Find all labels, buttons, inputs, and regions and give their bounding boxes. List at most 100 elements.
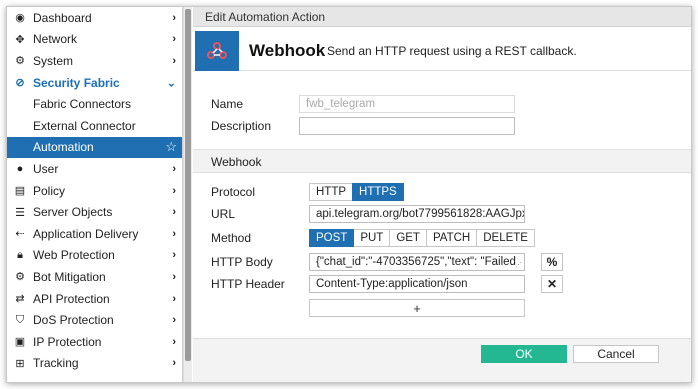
name-field[interactable]: fwb_telegram: [299, 95, 515, 113]
method-option-post[interactable]: POST: [309, 229, 355, 247]
section-label: Webhook: [211, 155, 262, 169]
sidebar-item-dos-protection[interactable]: ⛉ DoS Protection ›: [7, 309, 182, 331]
url-field[interactable]: api.telegram.org/bot7799561828:AAGJpxc: [309, 205, 525, 223]
sidebar-item-fabric-connectors[interactable]: Fabric Connectors: [7, 93, 182, 115]
sidebar-item-label: Network: [33, 32, 78, 47]
scrollbar-thumb[interactable]: [185, 9, 191, 361]
http-body-row: HTTP Body {"chat_id":"-4703356725","text…: [193, 253, 691, 273]
sidebar-scrollbar[interactable]: [183, 7, 192, 382]
sidebar-item-label: IP Protection: [33, 334, 102, 349]
sidebar-item-label: Automation: [33, 140, 94, 155]
protocol-toggle: HTTP HTTPS: [309, 183, 404, 201]
method-option-get[interactable]: GET: [389, 229, 427, 247]
edit-panel: Edit Automation Action Webhook Send an H…: [193, 7, 691, 382]
close-icon: ✕: [546, 277, 558, 291]
shield-icon: ⛉: [15, 313, 25, 326]
footer: OK Cancel: [193, 338, 691, 382]
sidebar-item-automation[interactable]: Automation ☆: [7, 136, 182, 159]
resize-grip-icon[interactable]: ⋰: [515, 262, 522, 269]
sidebar-item-web-protection[interactable]: 🔒︎ Web Protection ›: [7, 245, 182, 267]
description-row: Description: [193, 117, 691, 137]
sidebar-item-user[interactable]: ● User ›: [7, 158, 182, 180]
url-row: URL api.telegram.org/bot7799561828:AAGJp…: [193, 205, 691, 225]
add-header-button[interactable]: +: [309, 299, 525, 317]
description-field[interactable]: [299, 117, 515, 135]
method-option-delete[interactable]: DELETE: [476, 229, 535, 247]
sidebar-item-policy[interactable]: ▤ Policy ›: [7, 180, 182, 202]
name-row: Name fwb_telegram: [193, 95, 691, 115]
sidebar-item-dashboard[interactable]: ◉ Dashboard ›: [7, 7, 182, 29]
sidebar-item-label: Application Delivery: [33, 226, 139, 241]
plus-icon: +: [413, 300, 421, 316]
method-option-put[interactable]: PUT: [353, 229, 391, 247]
star-icon[interactable]: ☆: [165, 139, 177, 155]
url-label: URL: [211, 207, 236, 221]
sidebar-item-label: System: [33, 53, 74, 68]
method-row: Method POST PUT GET PATCH DELETE: [193, 229, 691, 249]
sidebar-item-tracking[interactable]: ⊞ Tracking ›: [7, 353, 182, 375]
sidebar-item-label: User: [33, 161, 59, 176]
cancel-button[interactable]: Cancel: [573, 345, 659, 363]
protocol-option-https[interactable]: HTTPS: [352, 183, 404, 201]
chevron-right-icon: ›: [172, 11, 176, 24]
chevron-right-icon: ›: [172, 249, 176, 262]
protocol-row: Protocol HTTP HTTPS: [193, 183, 691, 203]
ip-icon: ▣: [14, 336, 26, 349]
sidebar-item-label: Fabric Connectors: [33, 97, 132, 112]
chevron-right-icon: ›: [172, 33, 176, 46]
sidebar-item-label: Policy: [33, 183, 66, 198]
method-toggle: POST PUT GET PATCH DELETE: [309, 229, 535, 247]
sidebar-item-label: DoS Protection: [33, 313, 114, 328]
http-body-field[interactable]: {"chat_id":"-4703356725","text": "Failed…: [309, 253, 525, 271]
webhook-icon: [195, 31, 239, 71]
action-header: Webhook Send an HTTP request using a RES…: [193, 27, 691, 71]
http-header-row: HTTP Header Content-Type:application/jso…: [193, 275, 691, 295]
chevron-right-icon: ›: [172, 227, 176, 240]
sidebar-item-api-protection[interactable]: ⇄ API Protection ›: [7, 288, 182, 310]
user-icon: ●: [16, 162, 24, 175]
sidebar-item-network[interactable]: ✥ Network ›: [7, 29, 182, 51]
sidebar-item-label: Security Fabric: [33, 75, 120, 90]
chevron-right-icon: ›: [172, 162, 176, 175]
sidebar-item-label: External Connector: [33, 118, 136, 133]
sidebar-item-external-connector[interactable]: External Connector: [7, 115, 182, 137]
sidebar-item-label: Bot Mitigation: [33, 269, 106, 284]
chevron-right-icon: ›: [172, 314, 176, 327]
chevron-right-icon: ›: [172, 54, 176, 67]
sidebar-item-security-fabric[interactable]: ⊘ Security Fabric ⌄: [7, 72, 182, 94]
method-option-patch[interactable]: PATCH: [425, 229, 478, 247]
protocol-label: Protocol: [211, 185, 256, 199]
dashboard-icon: ◉: [15, 12, 25, 25]
http-header-field[interactable]: Content-Type:application/json: [309, 275, 525, 293]
sidebar-item-label: API Protection: [33, 291, 110, 306]
sidebar: ◉ Dashboard › ✥ Network › ⚙ System › ⊘ S…: [7, 7, 183, 382]
tracking-icon: ⊞: [15, 357, 25, 370]
chevron-right-icon: ›: [172, 357, 176, 370]
sidebar-item-bot-mitigation[interactable]: ⚙ Bot Mitigation ›: [7, 266, 182, 288]
gear-icon: ⚙: [15, 55, 25, 68]
lock-icon: 🔒︎: [17, 248, 23, 261]
header-description: Send an HTTP request using a REST callba…: [327, 44, 577, 58]
policy-icon: ▤: [14, 185, 26, 198]
sidebar-item-label: Web Protection: [33, 248, 115, 263]
api-icon: ⇄: [15, 293, 25, 306]
webhook-section: Webhook: [193, 149, 691, 173]
chevron-right-icon: ›: [172, 206, 176, 219]
sidebar-item-ip-protection[interactable]: ▣ IP Protection ›: [7, 331, 182, 353]
remove-header-button[interactable]: ✕: [541, 275, 563, 293]
chevron-right-icon: ›: [172, 335, 176, 348]
ok-button[interactable]: OK: [481, 345, 567, 363]
chevron-right-icon: ›: [172, 184, 176, 197]
panel-title: Edit Automation Action: [193, 7, 691, 27]
sidebar-item-label: Server Objects: [33, 205, 113, 220]
chevron-right-icon: ›: [172, 270, 176, 283]
sidebar-item-system[interactable]: ⚙ System ›: [7, 50, 182, 72]
app-window: ◉ Dashboard › ✥ Network › ⚙ System › ⊘ S…: [6, 6, 692, 383]
protocol-option-http[interactable]: HTTP: [309, 183, 354, 201]
security-fabric-icon: ⊘: [15, 77, 25, 90]
sidebar-item-application-delivery[interactable]: ⇠ Application Delivery ›: [7, 223, 182, 245]
sidebar-item-server-objects[interactable]: ☰ Server Objects ›: [7, 201, 182, 223]
method-label: Method: [211, 231, 252, 245]
variable-button[interactable]: %: [541, 253, 563, 271]
name-label: Name: [211, 97, 244, 111]
